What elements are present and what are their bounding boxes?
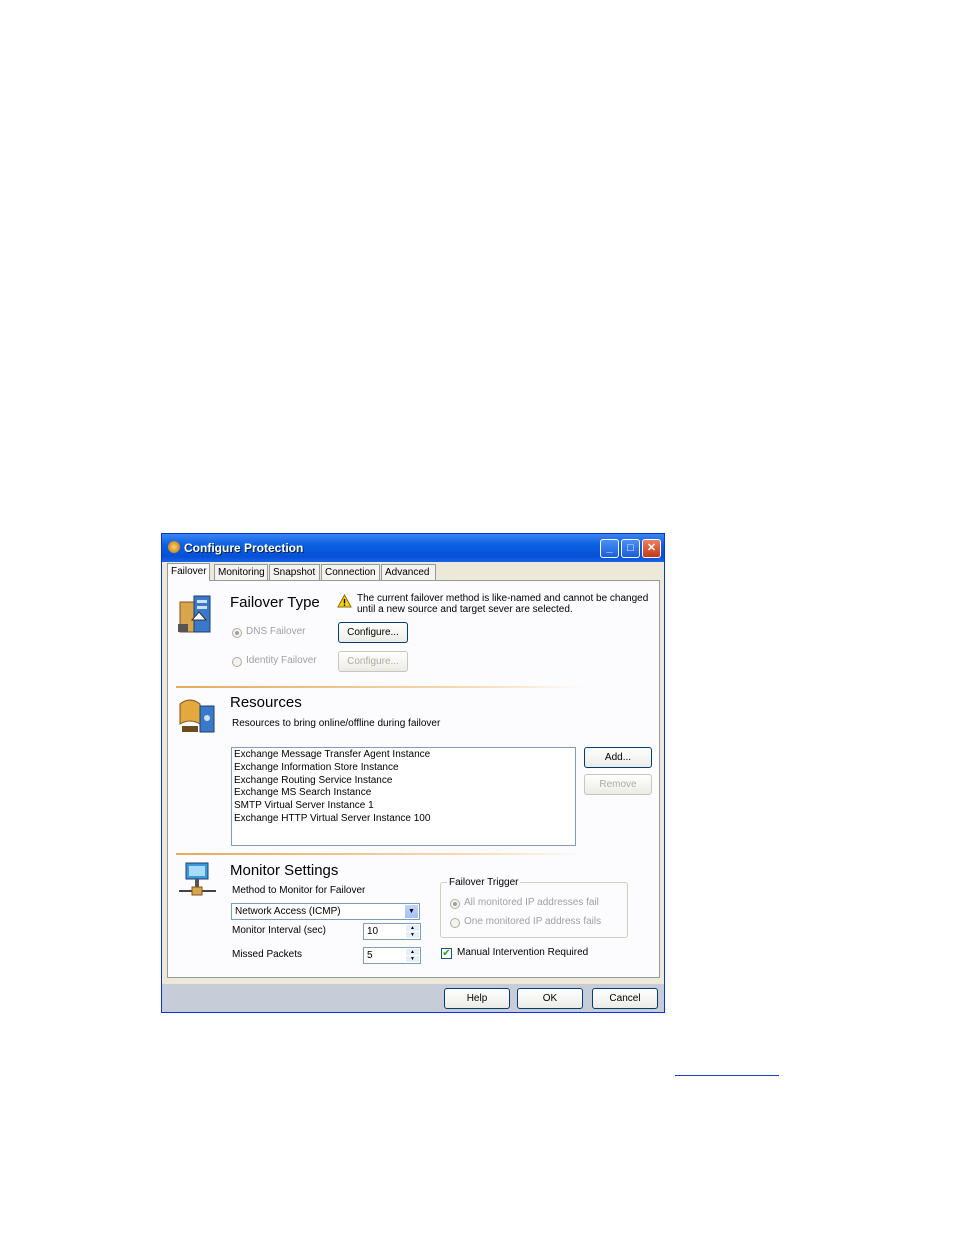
monitor-method-select[interactable]: Network Access (ICMP) ▼ — [231, 903, 420, 920]
spin-buttons[interactable]: ▲ ▼ — [406, 949, 419, 963]
trigger-all-label: All monitored IP addresses fail — [464, 897, 599, 908]
app-icon — [168, 541, 180, 553]
tab-failover[interactable]: Failover — [167, 563, 210, 581]
resources-list[interactable]: Exchange Message Transfer Agent Instance… — [231, 747, 576, 846]
missed-packets-stepper[interactable]: 5 ▲ ▼ — [363, 947, 421, 964]
missed-packets-label: Missed Packets — [232, 949, 303, 960]
list-item[interactable]: Exchange Information Store Instance — [234, 762, 573, 775]
add-resource-button[interactable]: Add... — [584, 747, 652, 768]
failover-type-title: Failover Type — [230, 594, 320, 611]
configure-dns-button[interactable]: Configure... — [338, 622, 408, 643]
trigger-one-label: One monitored IP address fails — [464, 916, 602, 927]
missed-packets-value: 5 — [367, 950, 373, 961]
ok-button[interactable]: OK — [517, 988, 583, 1009]
monitor-network-icon — [179, 862, 216, 896]
dns-failover-radio[interactable] — [232, 628, 242, 638]
configure-identity-button[interactable]: Configure... — [338, 651, 408, 672]
tab-advanced[interactable]: Advanced — [381, 564, 436, 580]
monitor-settings-title: Monitor Settings — [230, 862, 339, 879]
method-label: Method to Monitor for Failover — [232, 885, 366, 896]
interval-label: Monitor Interval (sec) — [232, 925, 326, 936]
minimize-button[interactable]: _ — [600, 539, 619, 558]
failover-tab-panel: Failover Type The current failover metho… — [167, 580, 660, 978]
failover-trigger-label: Failover Trigger — [447, 877, 521, 888]
cancel-button[interactable]: Cancel — [592, 988, 658, 1009]
help-button[interactable]: Help — [444, 988, 510, 1009]
list-item[interactable]: Exchange HTTP Virtual Server Instance 10… — [234, 813, 573, 826]
list-item[interactable]: Exchange Routing Service Instance — [234, 775, 573, 788]
identity-failover-radio[interactable] — [232, 657, 242, 667]
resources-icon — [179, 699, 215, 733]
tab-connection[interactable]: Connection — [321, 564, 380, 580]
section-divider — [176, 853, 586, 855]
tab-monitoring[interactable]: Monitoring — [214, 564, 268, 580]
list-item[interactable]: SMTP Virtual Server Instance 1 — [234, 800, 573, 813]
trigger-all-radio[interactable] — [450, 899, 460, 909]
remove-resource-button[interactable]: Remove — [584, 774, 652, 795]
spin-buttons[interactable]: ▲ ▼ — [406, 925, 419, 939]
hyperlink-underline[interactable] — [675, 1075, 779, 1076]
warning-text-line2: until a new source and target sever are … — [357, 604, 573, 615]
section-divider — [176, 686, 586, 688]
trigger-one-radio[interactable] — [450, 918, 460, 928]
dialog-footer: Help OK Cancel — [162, 984, 664, 1012]
warning-text-line1: The current failover method is like-name… — [357, 593, 649, 604]
maximize-button[interactable]: □ — [621, 539, 640, 558]
warning-icon — [337, 594, 352, 608]
tab-snapshot[interactable]: Snapshot — [269, 564, 320, 580]
manual-intervention-checkbox[interactable]: ✔ — [441, 948, 452, 959]
identity-failover-label: Identity Failover — [246, 655, 317, 666]
list-item[interactable]: Exchange MS Search Instance — [234, 787, 573, 800]
failover-servers-icon — [178, 595, 211, 633]
dns-failover-label: DNS Failover — [246, 626, 306, 637]
title-bar[interactable]: Configure Protection _ □ ✕ — [162, 534, 664, 562]
manual-intervention-label: Manual Intervention Required — [457, 947, 589, 958]
resources-title: Resources — [230, 694, 302, 711]
list-item[interactable]: Exchange Message Transfer Agent Instance — [234, 749, 573, 762]
monitor-method-value: Network Access (ICMP) — [235, 906, 341, 917]
chevron-down-icon[interactable]: ▼ — [405, 905, 418, 918]
configure-protection-dialog: Configure Protection _ □ ✕ Failover Moni… — [161, 533, 665, 1013]
failover-trigger-group — [440, 882, 628, 938]
window-title: Configure Protection — [184, 541, 304, 555]
close-button[interactable]: ✕ — [642, 539, 661, 558]
interval-value: 10 — [367, 926, 379, 937]
interval-stepper[interactable]: 10 ▲ ▼ — [363, 923, 421, 940]
resources-subtitle: Resources to bring online/offline during… — [232, 718, 441, 729]
